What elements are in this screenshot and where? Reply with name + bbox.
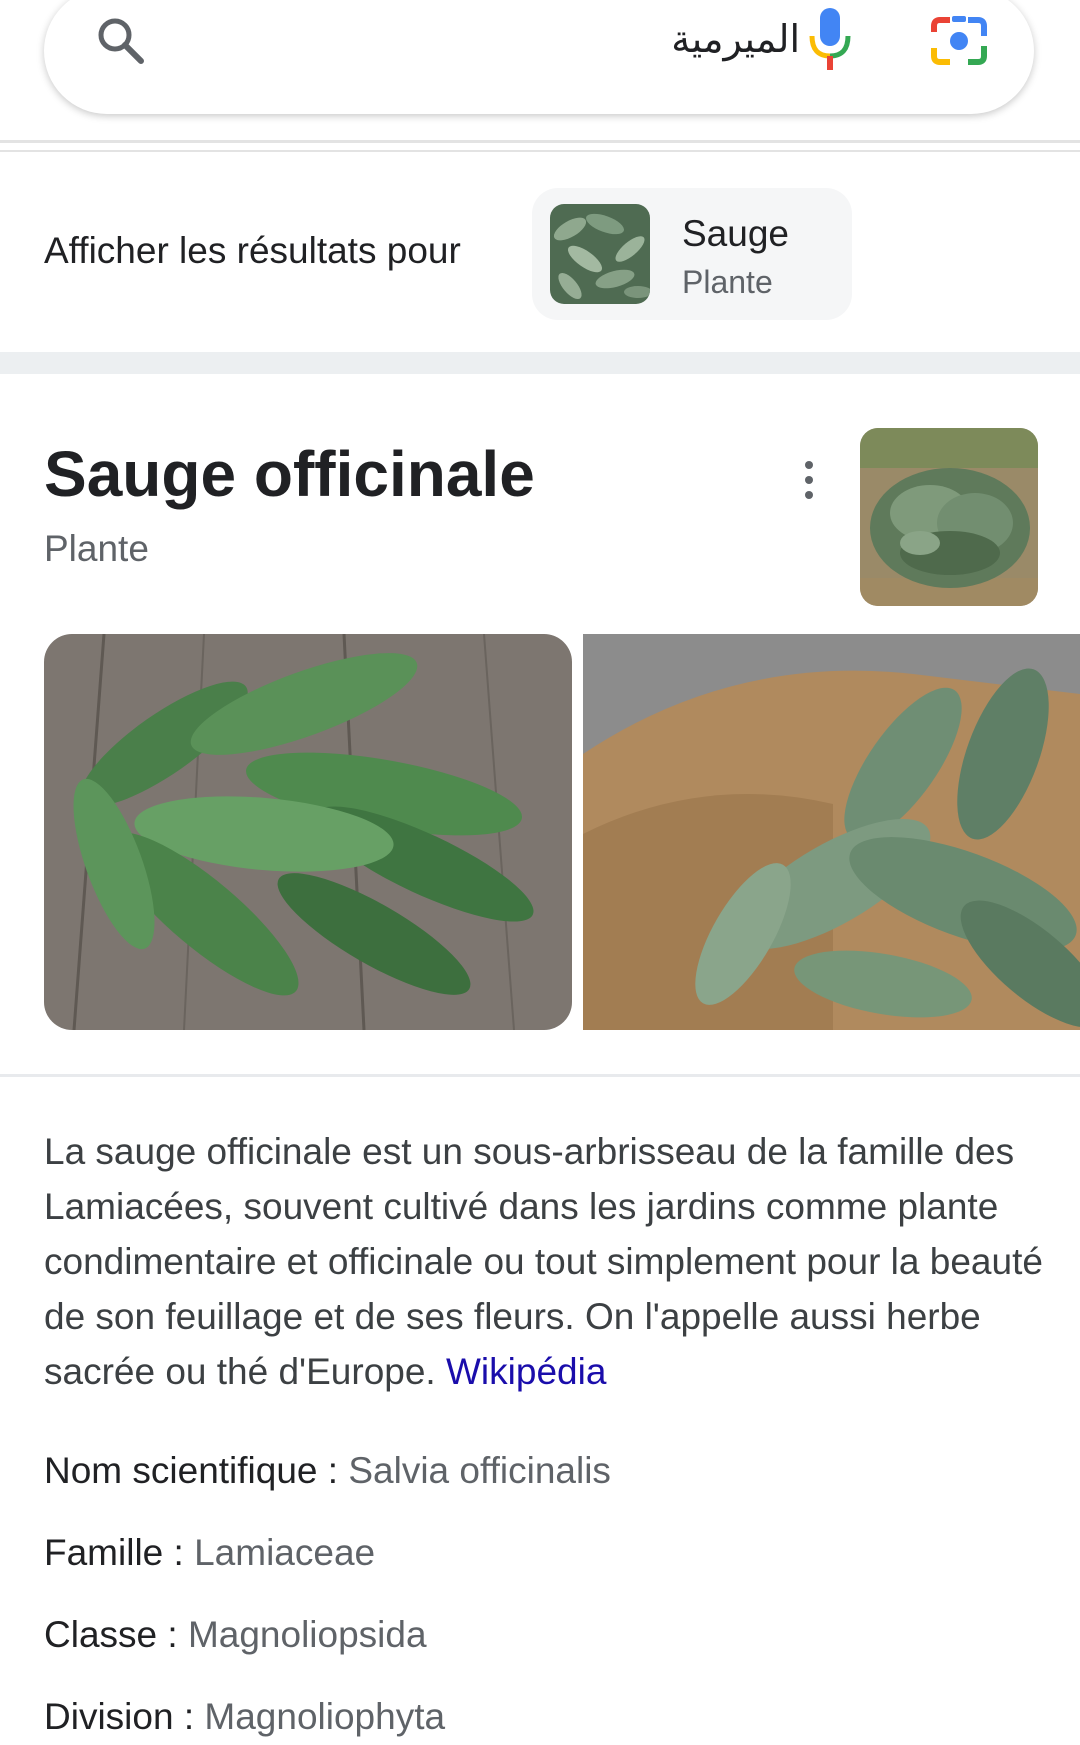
section-separator [0,352,1080,374]
fact-label: Famille [44,1532,164,1573]
entity-chip-sauge[interactable]: Sauge Plante [532,188,852,320]
fact-family: Famille : Lamiaceae [44,1529,375,1577]
sage-sack-image[interactable] [583,634,1080,1030]
fact-division: Division : Magnoliophyta [44,1693,445,1741]
divider [0,1074,1080,1077]
fact-separator: : [163,1532,195,1573]
fact-separator: : [157,1614,188,1655]
fact-label: Division [44,1696,174,1737]
fact-label: Nom scientifique [44,1450,318,1491]
search-icon[interactable] [94,14,148,68]
fact-value[interactable]: Magnoliopsida [188,1614,427,1655]
divider [0,150,1080,152]
sage-bush-image[interactable] [860,428,1038,606]
search-input[interactable]: الميرمية [614,12,800,66]
divider [0,140,1080,143]
fact-separator: : [317,1450,349,1491]
fact-class: Classe : Magnoliopsida [44,1611,427,1659]
search-bar[interactable]: الميرمية [44,0,1034,114]
page-title: Sauge officinale [44,438,535,510]
chip-subtitle: Plante [682,264,773,300]
mic-icon[interactable] [802,4,858,74]
wikipedia-link[interactable]: Wikipédia [446,1351,606,1392]
sage-leaves-image[interactable] [44,634,572,1030]
google-lens-icon[interactable] [928,12,990,70]
fact-value[interactable]: Magnoliophyta [204,1696,445,1737]
sage-thumbnail [550,204,650,304]
fact-value[interactable]: Salvia officinalis [348,1450,611,1491]
entity-description: La sauge officinale est un sous-arbrisse… [44,1124,1044,1399]
fact-separator: : [173,1696,205,1737]
chip-title: Sauge [682,213,789,254]
fact-label: Classe [44,1614,158,1655]
fact-value[interactable]: Lamiaceae [194,1532,375,1573]
more-vert-icon[interactable] [790,456,828,506]
results-for-label: Afficher les résultats pour [44,230,461,271]
entity-type: Plante [44,528,149,569]
fact-scientific-name: Nom scientifique : Salvia officinalis [44,1447,611,1495]
